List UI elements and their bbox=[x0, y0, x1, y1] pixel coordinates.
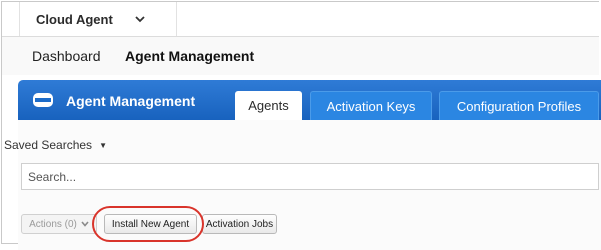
chevron-down-icon bbox=[81, 221, 89, 227]
cloud-agent-icon bbox=[32, 92, 54, 113]
panel-title: Agent Management bbox=[66, 93, 196, 109]
nav-dashboard[interactable]: Dashboard bbox=[32, 48, 101, 64]
panel-header: Agent Management Agents Activation Keys … bbox=[18, 80, 601, 120]
actions-label: Actions (0) bbox=[29, 218, 77, 230]
saved-searches-dropdown[interactable]: Saved Searches ▼ bbox=[4, 138, 107, 152]
chevron-down-icon bbox=[135, 15, 145, 23]
nav-agent-management[interactable]: Agent Management bbox=[125, 48, 254, 64]
install-new-agent-button[interactable]: Install New Agent bbox=[104, 214, 197, 234]
module-label: Cloud Agent bbox=[36, 11, 113, 27]
caret-down-icon: ▼ bbox=[99, 140, 107, 150]
sub-navigation: Dashboard Agent Management bbox=[2, 37, 599, 75]
module-switcher[interactable]: Cloud Agent bbox=[19, 2, 177, 36]
search-input[interactable] bbox=[21, 163, 599, 190]
tab-agents[interactable]: Agents bbox=[235, 91, 302, 120]
tab-configuration-profiles[interactable]: Configuration Profiles bbox=[439, 91, 599, 120]
activation-jobs-button[interactable]: Activation Jobs bbox=[202, 214, 277, 234]
saved-searches-label: Saved Searches bbox=[4, 138, 93, 152]
tab-activation-keys[interactable]: Activation Keys bbox=[310, 91, 432, 120]
actions-button[interactable]: Actions (0) bbox=[21, 214, 97, 234]
app-bar: Cloud Agent bbox=[2, 2, 599, 37]
